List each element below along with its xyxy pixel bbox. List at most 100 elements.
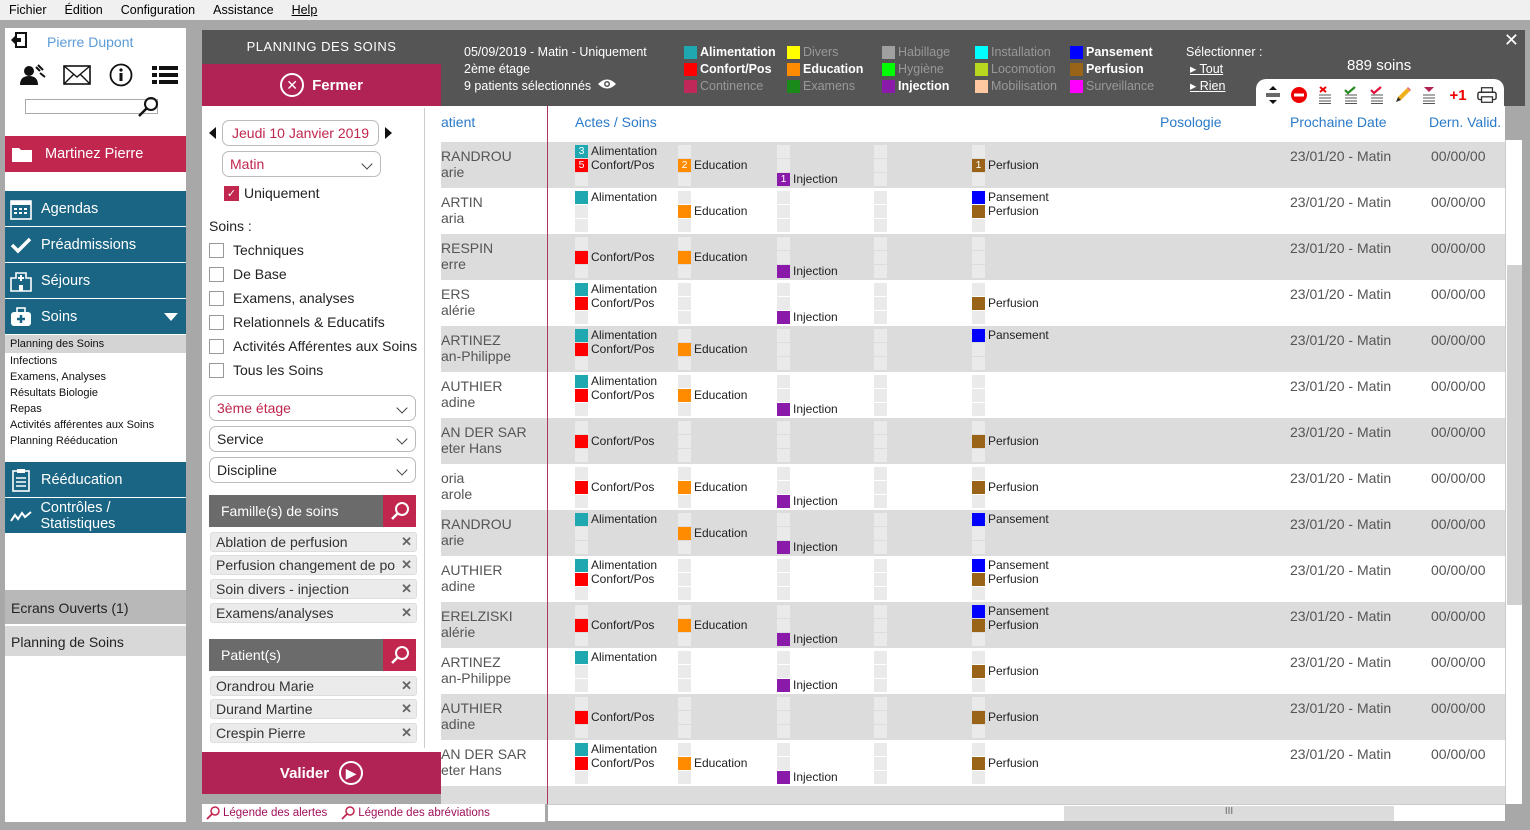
care-label[interactable]: Alimentation: [591, 283, 657, 296]
care-label[interactable]: Perfusion: [988, 481, 1039, 494]
menu-configuration[interactable]: Configuration: [112, 3, 204, 17]
care-label[interactable]: Confort/Pos: [591, 619, 654, 632]
care-label[interactable]: Confort/Pos: [591, 297, 654, 310]
service-select[interactable]: Service: [209, 426, 416, 452]
remove-icon[interactable]: ✕: [401, 533, 412, 551]
table-row[interactable]: ERELZISKI alérie Confort/Pos Education Injec…: [441, 602, 1505, 648]
soins-option-activites[interactable]: Activités Afférentes aux Soins: [209, 338, 417, 354]
care-label[interactable]: Perfusion: [988, 297, 1039, 310]
legend-item[interactable]: Examens: [787, 78, 863, 95]
care-label[interactable]: Confort/Pos: [591, 757, 654, 770]
table-row[interactable]: ARTINEZ an-Philippe Alimentation Injection P…: [441, 648, 1505, 694]
expand-collapse-icon[interactable]: [1263, 85, 1283, 105]
table-row[interactable]: AUTHIER adine Alimentation Confort/Pos Educa…: [441, 372, 1505, 418]
table-row[interactable]: AUTHIER adine Alimentation Confort/Pos Panse…: [441, 556, 1505, 602]
checkbox[interactable]: [209, 266, 224, 282]
column-posology[interactable]: Posologie: [1160, 114, 1222, 130]
date-picker[interactable]: Jeudi 10 Janvier 2019: [222, 120, 379, 146]
soins-option-de-base[interactable]: De Base: [209, 266, 287, 282]
care-label[interactable]: Perfusion: [988, 619, 1039, 632]
care-label[interactable]: Injection: [793, 771, 838, 784]
eye-icon[interactable]: [597, 78, 617, 95]
column-patient[interactable]: atient: [441, 114, 475, 130]
submenu-planning-soins[interactable]: Planning des Soins: [5, 335, 186, 353]
care-label[interactable]: Injection: [793, 173, 838, 186]
only-checkbox-row[interactable]: ✓ Uniquement: [224, 185, 320, 201]
open-screen-item[interactable]: Planning de Soins: [5, 626, 186, 656]
floor-select[interactable]: 3ème étage: [209, 395, 416, 421]
period-select[interactable]: Matin: [222, 151, 381, 177]
legend-item[interactable]: Education: [787, 61, 863, 78]
scroll-thumb[interactable]: III: [1064, 806, 1394, 821]
care-label[interactable]: Injection: [793, 495, 838, 508]
care-label[interactable]: Education: [694, 251, 747, 264]
care-label[interactable]: Perfusion: [988, 435, 1039, 448]
table-row[interactable]: AN DER SAR eter Hans Confort/Pos Perfusion 2…: [441, 418, 1505, 464]
care-label[interactable]: Injection: [793, 311, 838, 324]
checkbox[interactable]: [209, 314, 224, 330]
username[interactable]: Pierre Dupont: [47, 34, 133, 50]
care-label[interactable]: Pansement: [988, 513, 1049, 526]
legend-item[interactable]: Locomotion: [975, 61, 1057, 78]
column-next-date[interactable]: Prochaine Date: [1290, 114, 1387, 130]
remove-icon[interactable]: ✕: [401, 580, 412, 598]
checkbox[interactable]: [209, 338, 224, 354]
legend-item[interactable]: Confort/Pos: [684, 61, 776, 78]
care-label[interactable]: Perfusion: [988, 711, 1039, 724]
previous-date-arrow[interactable]: [209, 127, 216, 139]
legend-item[interactable]: Continence: [684, 78, 776, 95]
care-label[interactable]: Perfusion: [988, 205, 1039, 218]
care-label[interactable]: Education: [694, 481, 747, 494]
validate-button[interactable]: Valider ▶: [202, 752, 441, 794]
logout-icon[interactable]: [10, 32, 28, 48]
care-label[interactable]: Perfusion: [988, 757, 1039, 770]
filter-scrollbar[interactable]: [424, 108, 441, 748]
select-all-link[interactable]: ▸ Tout: [1186, 61, 1262, 78]
care-label[interactable]: Education: [694, 205, 747, 218]
table-row[interactable]: ERS alérie Alimentation Confort/Pos Injectio…: [441, 280, 1505, 326]
care-label[interactable]: Pansement: [988, 605, 1049, 618]
submenu-infections[interactable]: Infections: [5, 353, 186, 369]
care-label[interactable]: Confort/Pos: [591, 573, 654, 586]
nav-sejours[interactable]: Séjours: [5, 263, 186, 299]
care-label[interactable]: Alimentation: [591, 513, 657, 526]
care-label[interactable]: Education: [694, 389, 747, 402]
care-label[interactable]: Alimentation: [591, 375, 657, 388]
submenu-examens[interactable]: Examens, Analyses: [5, 369, 186, 385]
nav-controles[interactable]: Contrôles / Statistiques: [5, 498, 186, 534]
table-row[interactable]: RESPIN erre Confort/Pos Education Injection 2…: [441, 234, 1505, 280]
legend-item[interactable]: Alimentation: [684, 44, 776, 61]
nav-soins[interactable]: Soins: [5, 299, 186, 335]
care-label[interactable]: Confort/Pos: [591, 251, 654, 264]
care-label[interactable]: Confort/Pos: [591, 343, 654, 356]
nav-preadmissions[interactable]: Préadmissions: [5, 227, 186, 263]
scroll-thumb[interactable]: [1507, 265, 1522, 605]
menu-edition[interactable]: Édition: [56, 3, 112, 17]
submenu-activites[interactable]: Activités afférentes aux Soins: [5, 417, 186, 433]
column-last-valid[interactable]: Dern. Valid.: [1429, 114, 1501, 130]
soins-option-techniques[interactable]: Techniques: [209, 242, 304, 258]
only-checkbox[interactable]: ✓: [224, 185, 239, 201]
care-label[interactable]: Pansement: [988, 191, 1049, 204]
close-icon[interactable]: ✕: [1504, 30, 1519, 51]
care-label[interactable]: Alimentation: [591, 559, 657, 572]
grid-horizontal-scrollbar[interactable]: III: [548, 804, 1505, 821]
care-label[interactable]: Alimentation: [591, 191, 657, 204]
patients-search-icon[interactable]: [383, 639, 416, 671]
table-row[interactable]: AUTHIER adine Confort/Pos Perfusion 23/01/20…: [441, 694, 1505, 740]
care-label[interactable]: Education: [694, 619, 747, 632]
menu-help[interactable]: Help: [283, 3, 327, 17]
validate-green-icon[interactable]: [1341, 85, 1361, 105]
nav-agendas[interactable]: Agendas: [5, 191, 186, 227]
discipline-select[interactable]: Discipline: [209, 457, 416, 483]
legend-item[interactable]: Pansement: [1070, 44, 1154, 61]
users-icon[interactable]: [19, 62, 47, 88]
care-label[interactable]: Perfusion: [988, 573, 1039, 586]
current-patient-button[interactable]: Martinez Pierre: [5, 136, 186, 172]
care-label[interactable]: Education: [694, 159, 747, 172]
search-icon[interactable]: [137, 96, 159, 118]
remove-icon[interactable]: ✕: [401, 604, 412, 622]
info-icon[interactable]: [107, 62, 135, 88]
care-label[interactable]: Pansement: [988, 559, 1049, 572]
remove-icon[interactable]: ✕: [398, 556, 412, 574]
